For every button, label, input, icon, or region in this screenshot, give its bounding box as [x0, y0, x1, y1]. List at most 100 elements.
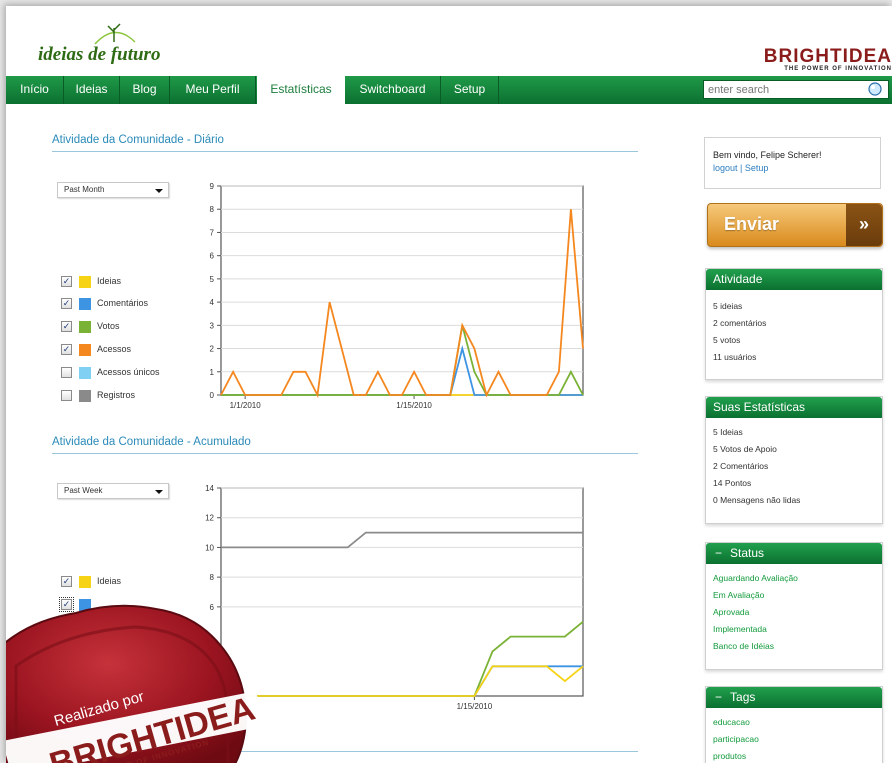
nav-switchboard[interactable]: Switchboard [345, 76, 441, 104]
list-item: 5 votos [713, 335, 741, 345]
status-header[interactable]: − Status [706, 543, 882, 564]
atividade-title: Atividade [706, 269, 882, 290]
nav-estatisticas[interactable]: Estatísticas [257, 76, 345, 104]
cumulative-period-value: Past Week [64, 486, 103, 495]
setup-link[interactable]: Setup [745, 163, 769, 173]
tags-box: − Tags educacao participacao produtos [705, 686, 883, 763]
y-tick-label: 1 [210, 368, 215, 377]
list-item: 5 Votos de Apoio [713, 444, 777, 454]
brightidea-seal: Realizado por BRIGHTIDEA POWER OF INNOVA… [6, 604, 264, 763]
y-tick-label: 10 [205, 543, 214, 552]
tag-link[interactable]: educacao [713, 714, 875, 731]
x-tick-label: 1/15/2010 [457, 702, 493, 711]
y-tick-label: 9 [210, 182, 215, 191]
legend-label: Ideias [97, 276, 122, 286]
y-tick-label: 14 [205, 484, 214, 493]
nav-ideias[interactable]: Ideias [64, 76, 120, 104]
y-tick-label: 2 [210, 345, 215, 354]
enviar-button[interactable]: Enviar » [707, 203, 883, 247]
collapse-icon[interactable]: − [715, 546, 722, 560]
status-link[interactable]: Aguardando Avaliação [713, 570, 875, 587]
page: ideias de futuro BRIGHTIDEA THE POWER OF… [6, 6, 892, 763]
cumulative-period-select[interactable]: Past Week [57, 483, 169, 499]
plot-area [220, 185, 584, 396]
tags-header[interactable]: − Tags [706, 687, 882, 708]
status-title: Status [730, 546, 765, 560]
legend-label: Votos [97, 321, 120, 331]
plot-area [220, 487, 584, 697]
chevron-down-icon [155, 490, 163, 494]
legend-swatch [79, 298, 91, 310]
list-item: 11 usuários [713, 352, 757, 362]
tag-link[interactable]: participacao [713, 731, 875, 748]
checkbox[interactable] [61, 367, 72, 378]
status-link[interactable]: Implementada [713, 621, 875, 638]
sprout-icon [94, 23, 136, 45]
legend-label: Comentários [97, 298, 149, 308]
daily-chart: 0 1 2 3 4 5 6 7 8 9 1/1/2010 1/15/2010 [210, 182, 584, 410]
y-tick-label: 8 [210, 205, 215, 214]
logout-link[interactable]: logout [713, 163, 738, 173]
list-item: 0 Mensagens não lidas [713, 495, 801, 505]
checkbox[interactable]: ✓ [61, 276, 72, 287]
y-tick-label: 5 [210, 275, 215, 284]
list-item: 2 comentários [713, 318, 767, 328]
y-tick-label: 6 [210, 252, 215, 261]
status-link[interactable]: Em Avaliação [713, 587, 875, 604]
daily-section-title: Atividade da Comunidade - Diário [52, 134, 638, 152]
site-logo[interactable]: ideias de futuro [38, 44, 160, 66]
checkbox[interactable]: ✓ [61, 321, 72, 332]
legend-swatch [79, 576, 91, 588]
enviar-label: Enviar [724, 214, 780, 234]
checkbox[interactable] [61, 390, 72, 401]
welcome-box: Bem vindo, Felipe Scherer! logout | Setu… [704, 137, 881, 189]
link-separator: | [737, 163, 745, 173]
y-tick-label: 12 [205, 514, 214, 523]
tags-title: Tags [730, 690, 756, 704]
list-item: 14 Pontos [713, 478, 752, 488]
y-tick-label: 4 [210, 298, 215, 307]
legend-label: Registros [97, 390, 136, 400]
brand-name: BRIGHTIDEA [763, 46, 892, 67]
checkbox[interactable]: ✓ [61, 298, 72, 309]
tag-link[interactable]: produtos [713, 748, 875, 763]
cumulative-section-title: Atividade da Comunidade - Acumulado [52, 436, 638, 454]
legend-swatch [79, 367, 91, 379]
chevron-down-icon [155, 189, 163, 193]
x-tick-label: 1/1/2010 [230, 401, 262, 410]
legend-swatch [79, 276, 91, 288]
welcome-text: Bem vindo, Felipe Scherer! [713, 150, 822, 160]
legend-swatch [79, 344, 91, 356]
checkbox[interactable]: ✓ [61, 576, 72, 587]
status-link[interactable]: Banco de Idéias [713, 638, 875, 655]
y-tick-label: 7 [210, 228, 215, 237]
status-link[interactable]: Aprovada [713, 604, 875, 621]
header: ideias de futuro BRIGHTIDEA THE POWER OF… [6, 6, 892, 76]
suas-estatisticas-title: Suas Estatísticas [706, 397, 882, 418]
search-input[interactable] [703, 80, 889, 99]
brand-logo: BRIGHTIDEA THE POWER OF INNOVATION [764, 46, 892, 72]
legend-label: Acessos únicos [97, 367, 160, 377]
nav-setup[interactable]: Setup [441, 76, 499, 104]
search-icon[interactable] [866, 82, 884, 98]
main-navbar: Início Ideias Blog Meu Perfil Estatístic… [6, 76, 892, 104]
legend-swatch [79, 390, 91, 402]
legend-label: Acessos [97, 344, 132, 354]
checkbox[interactable]: ✓ [61, 344, 72, 355]
legend-swatch [79, 321, 91, 333]
nav-blog[interactable]: Blog [120, 76, 170, 104]
list-item: 5 Ideias [713, 427, 743, 437]
list-item: 5 ideias [713, 301, 743, 311]
legend-label: Ideias [97, 576, 122, 586]
daily-period-select[interactable]: Past Month [57, 182, 169, 198]
double-chevron-right-icon: » [846, 204, 882, 246]
nav-inicio[interactable]: Início [6, 76, 64, 104]
collapse-icon[interactable]: − [715, 690, 722, 704]
status-box: − Status Aguardando Avaliação Em Avaliaçã… [705, 542, 883, 670]
atividade-box: Atividade 5 ideias 2 comentários 5 votos… [705, 268, 883, 380]
suas-estatisticas-box: Suas Estatísticas 5 Ideias 5 Votos de Ap… [705, 396, 883, 524]
list-item: 2 Comentários [713, 461, 769, 471]
daily-period-value: Past Month [64, 185, 105, 194]
y-tick-label: 8 [210, 573, 215, 582]
nav-meu-perfil[interactable]: Meu Perfil [170, 76, 256, 104]
